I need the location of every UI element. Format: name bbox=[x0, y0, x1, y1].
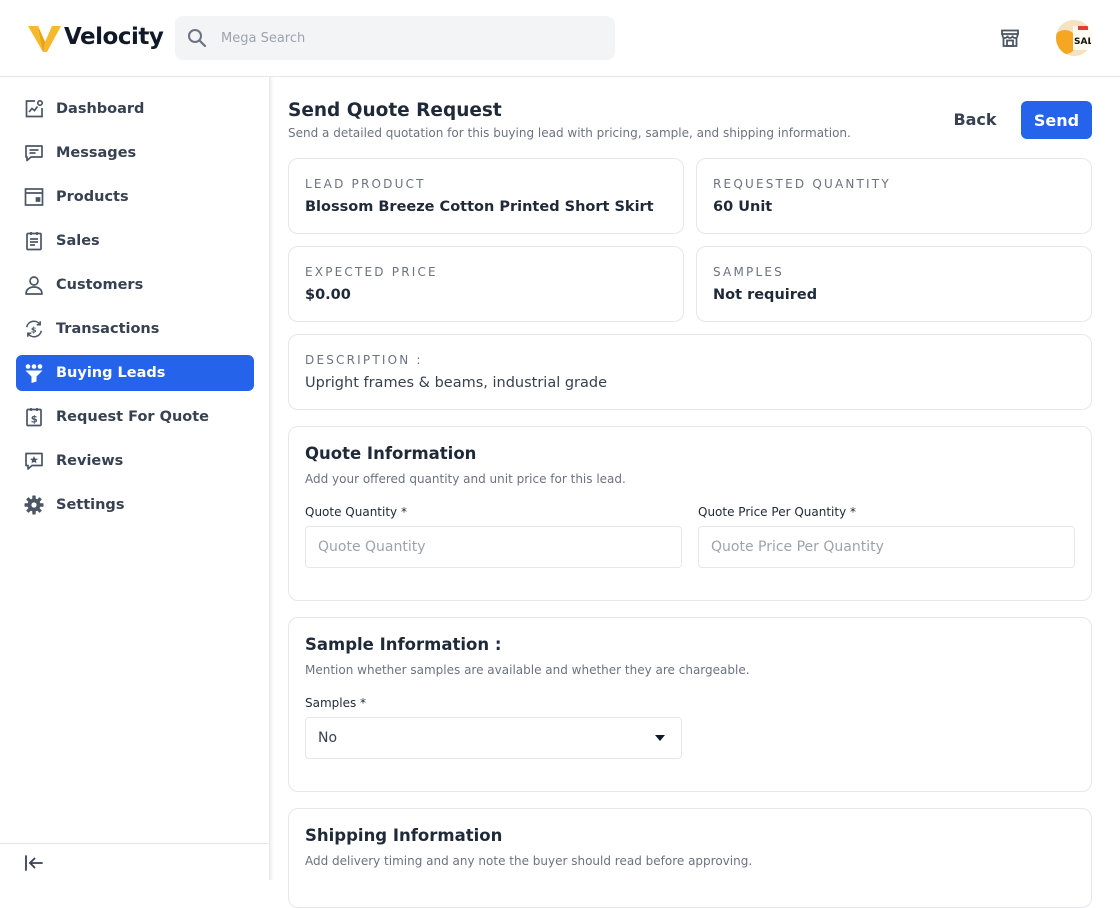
samples-field-label: Samples * bbox=[305, 696, 367, 710]
requested-quantity-card: REQUESTED QUANTITY 60 Unit bbox=[696, 158, 1092, 234]
quote-information-title: Quote Information bbox=[305, 444, 477, 463]
sidebar-item-label: Reviews bbox=[56, 453, 124, 469]
sidebar-item-label: Dashboard bbox=[56, 101, 145, 117]
lead-product-card: LEAD PRODUCT Blossom Breeze Cotton Print… bbox=[288, 158, 684, 234]
customers-icon bbox=[24, 275, 44, 295]
sidebar-item-label: Request For Quote bbox=[56, 409, 210, 425]
quote-quantity-input[interactable] bbox=[305, 526, 682, 568]
description-label: DESCRIPTION : bbox=[305, 353, 423, 367]
search-icon bbox=[185, 26, 209, 50]
velocity-logo-icon bbox=[28, 26, 61, 52]
buying-leads-icon bbox=[24, 363, 44, 383]
sidebar-item-dashboard[interactable]: Dashboard bbox=[16, 91, 254, 127]
sidebar-nav: Dashboard Messages Products Sales Custom… bbox=[16, 91, 254, 531]
request-for-quote-icon: $ bbox=[24, 407, 44, 427]
chevron-down-icon bbox=[655, 735, 665, 741]
dashboard-icon bbox=[24, 99, 44, 119]
sidebar-item-label: Buying Leads bbox=[56, 365, 166, 381]
back-button[interactable]: Back bbox=[942, 101, 1008, 137]
products-icon bbox=[24, 187, 44, 207]
reviews-icon bbox=[24, 451, 44, 471]
quote-price-label: Quote Price Per Quantity * bbox=[698, 505, 856, 519]
top-bar: Velocity SAL bbox=[0, 0, 1120, 77]
app-name: Velocity bbox=[64, 24, 164, 50]
samples-select[interactable]: No bbox=[305, 717, 682, 759]
expected-price-value: $0.00 bbox=[305, 287, 351, 303]
quote-information-section: Quote Information Add your offered quant… bbox=[288, 426, 1092, 601]
svg-text:SAL: SAL bbox=[1074, 37, 1092, 47]
transactions-icon: $ bbox=[24, 319, 44, 339]
sidebar-item-products[interactable]: Products bbox=[16, 179, 254, 215]
requested-quantity-value: 60 Unit bbox=[713, 199, 773, 215]
shipping-information-section: Shipping Information Add delivery timing… bbox=[288, 808, 1092, 908]
sidebar-item-customers[interactable]: Customers bbox=[16, 267, 254, 303]
quote-information-subtitle: Add your offered quantity and unit price… bbox=[305, 472, 626, 486]
settings-icon bbox=[24, 495, 44, 515]
sidebar-item-sales[interactable]: Sales bbox=[16, 223, 254, 259]
sidebar-item-buying-leads[interactable]: Buying Leads bbox=[16, 355, 254, 391]
lead-product-label: LEAD PRODUCT bbox=[305, 177, 426, 191]
sidebar-item-label: Transactions bbox=[56, 321, 160, 337]
avatar[interactable]: SAL bbox=[1056, 20, 1092, 56]
samples-label: SAMPLES bbox=[713, 265, 784, 279]
messages-icon bbox=[24, 143, 44, 163]
samples-selected-value: No bbox=[318, 730, 338, 746]
velocity-logo[interactable]: Velocity bbox=[28, 22, 164, 52]
sidebar-item-messages[interactable]: Messages bbox=[16, 135, 254, 171]
page-subtitle: Send a detailed quotation for this buyin… bbox=[288, 126, 851, 140]
lead-product-value: Blossom Breeze Cotton Printed Short Skir… bbox=[305, 199, 654, 215]
svg-text:$: $ bbox=[31, 325, 37, 335]
requested-quantity-label: REQUESTED QUANTITY bbox=[713, 177, 891, 191]
sample-information-title: Sample Information : bbox=[305, 635, 502, 654]
sidebar-item-request-for-quote[interactable]: $ Request For Quote bbox=[16, 399, 254, 435]
sidebar-item-transactions[interactable]: $ Transactions bbox=[16, 311, 254, 347]
sidebar-item-settings[interactable]: Settings bbox=[16, 487, 254, 523]
collapse-sidebar-icon[interactable] bbox=[24, 854, 44, 872]
shipping-information-title: Shipping Information bbox=[305, 826, 503, 845]
expected-price-label: EXPECTED PRICE bbox=[305, 265, 438, 279]
quote-price-input[interactable] bbox=[698, 526, 1075, 568]
sidebar-item-label: Customers bbox=[56, 277, 144, 293]
sidebar-item-label: Products bbox=[56, 189, 129, 205]
store-icon[interactable] bbox=[998, 26, 1022, 50]
sidebar-footer bbox=[0, 843, 270, 880]
samples-value: Not required bbox=[713, 287, 818, 303]
mega-search-bar[interactable] bbox=[175, 16, 615, 60]
search-input[interactable] bbox=[221, 30, 581, 46]
shipping-information-subtitle: Add delivery timing and any note the buy… bbox=[305, 854, 753, 868]
description-card: DESCRIPTION : Upright frames & beams, in… bbox=[288, 334, 1092, 410]
sidebar-item-label: Settings bbox=[56, 497, 125, 513]
quote-quantity-label: Quote Quantity * bbox=[305, 505, 407, 519]
sidebar-item-label: Sales bbox=[56, 233, 100, 249]
sidebar-item-label: Messages bbox=[56, 145, 137, 161]
sidebar-item-reviews[interactable]: Reviews bbox=[16, 443, 254, 479]
sample-information-subtitle: Mention whether samples are available an… bbox=[305, 663, 750, 677]
samples-card: SAMPLES Not required bbox=[696, 246, 1092, 322]
sample-information-section: Sample Information : Mention whether sam… bbox=[288, 617, 1092, 792]
sidebar: Dashboard Messages Products Sales Custom… bbox=[0, 77, 270, 880]
expected-price-card: EXPECTED PRICE $0.00 bbox=[288, 246, 684, 322]
svg-text:$: $ bbox=[31, 415, 38, 426]
send-button[interactable]: Send bbox=[1021, 101, 1092, 139]
page-title: Send Quote Request bbox=[288, 100, 502, 121]
description-value: Upright frames & beams, industrial grade bbox=[305, 375, 608, 391]
sales-icon bbox=[24, 231, 44, 251]
sidebar-shadow bbox=[270, 77, 274, 880]
